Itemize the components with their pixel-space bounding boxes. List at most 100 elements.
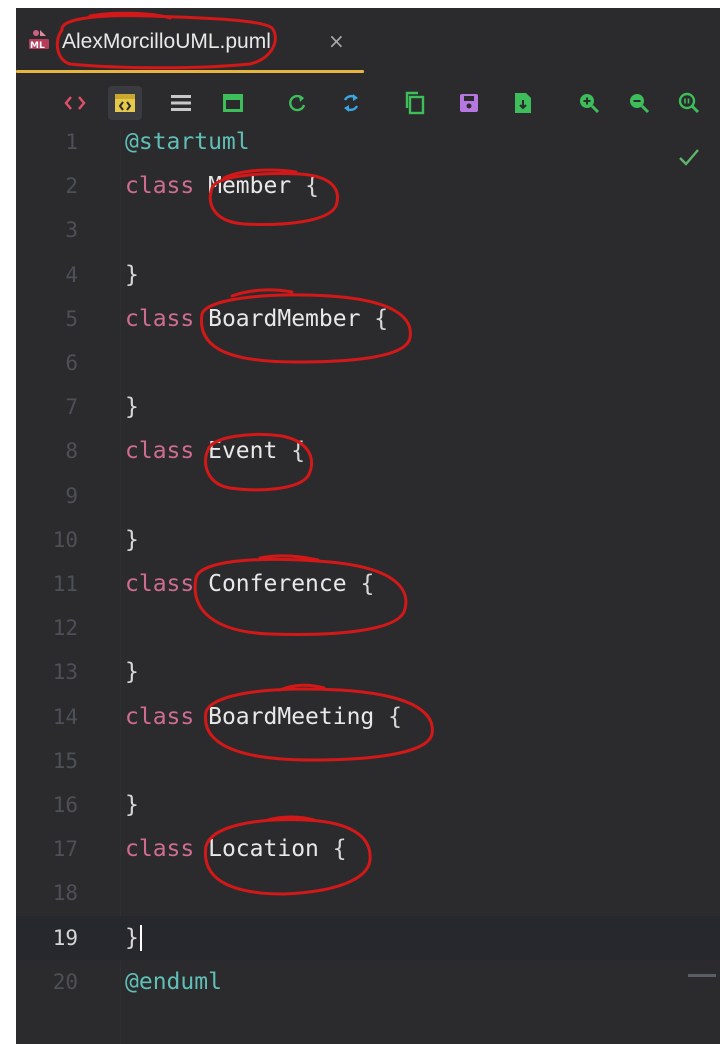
check-icon (676, 144, 702, 170)
editor-window: ML AlexMorcilloUML.puml × 1 @startuml 2 … (16, 8, 720, 1044)
class-name-token: Conference (208, 571, 347, 597)
code-line[interactable]: 18 (16, 871, 720, 915)
brace-token: } (125, 924, 139, 951)
code-text: } (125, 916, 142, 960)
code-line[interactable]: 19} (16, 915, 720, 960)
class-name-token: BoardMember (208, 305, 361, 332)
brace-token: } (125, 526, 139, 553)
brace-token: { (291, 438, 306, 465)
code-line[interactable]: 3 (16, 208, 720, 252)
line-number: 14 (52, 704, 78, 729)
code-line[interactable]: 4} (16, 253, 720, 297)
line-number: 6 (65, 351, 78, 375)
code-text: @startuml (125, 120, 250, 164)
line-number: 9 (65, 483, 78, 508)
code-line[interactable]: 15 (16, 739, 720, 783)
line-number: 17 (52, 837, 78, 862)
code-text: class BoardMember { (125, 297, 388, 341)
source-view-icon[interactable] (58, 86, 92, 120)
code-text: @enduml (125, 960, 222, 1004)
code-text: class Location { (125, 827, 347, 871)
actual-size-icon[interactable] (672, 86, 706, 120)
code-text: class BoardMeeting { (125, 695, 402, 739)
keyword-token: class (125, 438, 195, 465)
line-number: 13 (52, 660, 78, 685)
line-number: 12 (52, 616, 78, 641)
brace-token: } (125, 394, 139, 421)
code-line[interactable]: 16} (16, 783, 720, 827)
save-icon[interactable] (452, 86, 486, 120)
preview-only-icon[interactable] (216, 86, 250, 120)
code-text: } (125, 518, 139, 562)
brace-token: { (305, 173, 319, 200)
brace-token: { (374, 305, 389, 332)
line-number: 11 (52, 572, 78, 596)
zoom-out-icon[interactable] (622, 86, 656, 120)
brace-token: { (360, 571, 375, 597)
code-line[interactable]: 17 class Location { (16, 827, 720, 871)
tab-bar: ML AlexMorcilloUML.puml × (16, 8, 720, 73)
line-number: 4 (65, 262, 78, 287)
line-number: 20 (52, 969, 78, 994)
text-caret (139, 925, 142, 952)
copy-icon[interactable] (398, 86, 432, 120)
svg-text:ML: ML (30, 41, 45, 50)
class-name-token: Event (208, 438, 278, 465)
code-line[interactable]: 8 class Event { (16, 429, 720, 473)
line-number: 3 (65, 218, 78, 243)
export-icon[interactable] (506, 86, 540, 120)
code-text: } (125, 253, 139, 297)
scrollbar-marker[interactable] (688, 974, 716, 977)
line-number: 16 (52, 793, 78, 817)
brace-token: } (125, 659, 139, 686)
line-number: 7 (65, 395, 78, 420)
line-number: 1 (65, 130, 78, 154)
zoom-in-icon[interactable] (572, 86, 606, 120)
brace-token: { (332, 836, 347, 863)
code-text: class Conference { (125, 562, 374, 606)
directive-token: @startuml (125, 129, 250, 155)
keyword-token: class (125, 305, 195, 332)
class-name-token: Member (208, 173, 292, 200)
plantuml-file-icon: ML (28, 28, 50, 51)
code-text: } (125, 385, 139, 429)
brace-token: } (125, 261, 139, 288)
class-name-token: Location (208, 836, 319, 863)
keyword-token: class (125, 571, 195, 597)
brace-token: } (125, 792, 139, 818)
directive-token: @enduml (125, 968, 222, 995)
keyword-token: class (125, 173, 195, 200)
code-line[interactable]: 9 (16, 474, 720, 518)
active-tab-indicator (16, 70, 364, 73)
class-name-token: BoardMeeting (208, 703, 375, 730)
line-number: 18 (52, 881, 78, 906)
code-line[interactable]: 6 (16, 341, 720, 385)
split-view-icon[interactable] (108, 86, 142, 120)
code-line[interactable]: 12 (16, 606, 720, 650)
sync-icon[interactable] (334, 86, 368, 120)
code-line[interactable]: 10} (16, 518, 720, 562)
code-line[interactable]: 7} (16, 385, 720, 429)
code-line[interactable]: 5 class BoardMember { (16, 297, 720, 341)
line-number: 2 (65, 174, 78, 199)
text-only-icon[interactable] (164, 86, 198, 120)
line-number: 8 (65, 439, 78, 464)
tab-title: AlexMorcilloUML.puml (62, 30, 271, 53)
code-line[interactable]: 14 class BoardMeeting { (16, 695, 720, 739)
code-text: } (125, 650, 139, 694)
code-line[interactable]: 11 class Conference { (16, 562, 720, 606)
line-number: 15 (52, 748, 78, 773)
code-text: } (125, 783, 139, 827)
line-number: 10 (52, 527, 78, 552)
code-line[interactable]: 13} (16, 650, 720, 694)
code-line[interactable]: 1 @startuml (16, 120, 720, 164)
code-text: class Member { (125, 164, 319, 208)
code-line[interactable]: 20 @enduml (16, 960, 720, 1004)
close-icon[interactable]: × (328, 29, 345, 53)
line-number: 5 (65, 306, 78, 331)
code-line[interactable]: 2 class Member { (16, 164, 720, 208)
refresh-icon[interactable] (280, 86, 314, 120)
line-number: 19 (52, 925, 78, 950)
keyword-token: class (125, 836, 195, 863)
file-tab[interactable]: ML AlexMorcilloUML.puml × (16, 8, 364, 73)
